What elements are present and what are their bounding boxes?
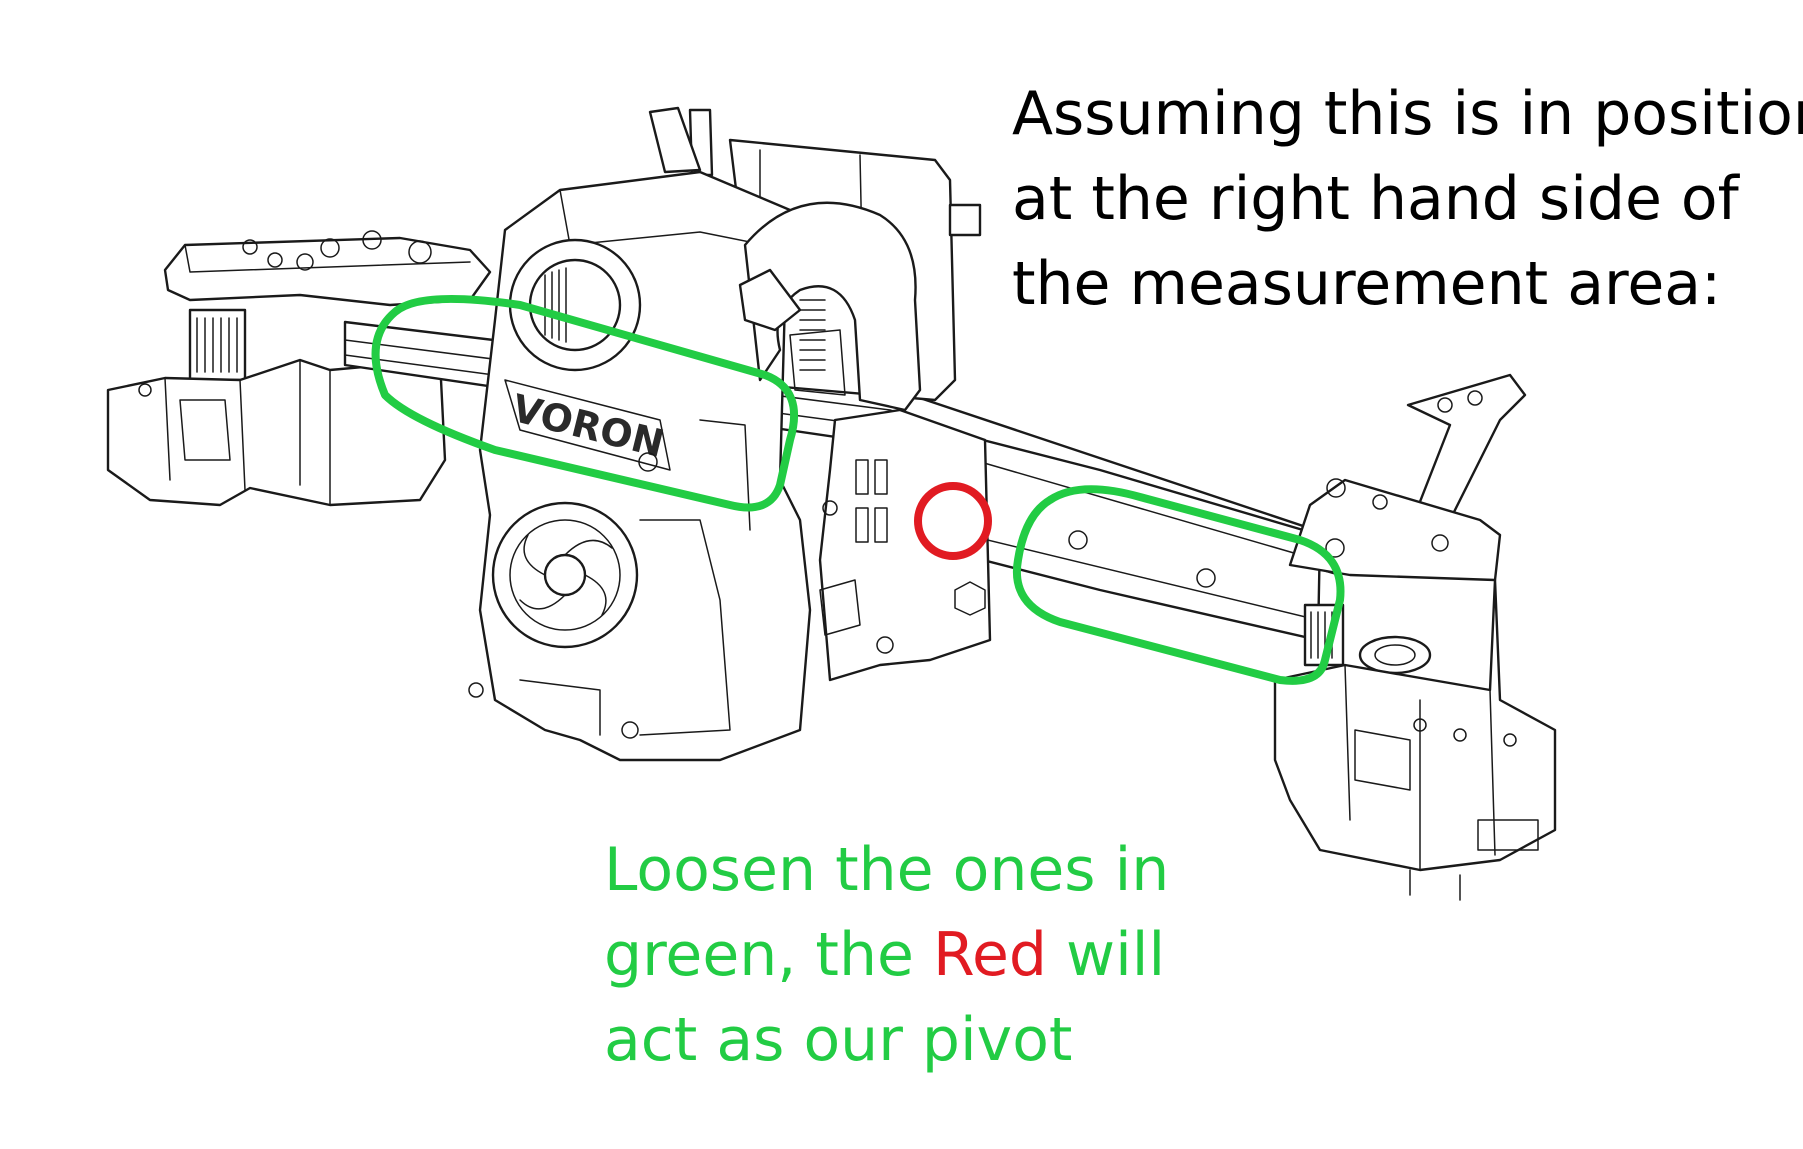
bottom-annotation: Loosen the ones in green, the Red will a… [604,828,1169,1083]
red-word: Red [932,920,1047,990]
bottom-annotation-line-1: Loosen the ones in [604,835,1170,905]
top-annotation-line-1: Assuming this is in position [1012,79,1803,149]
diagram-canvas: VORON Assuming this is in position at th… [0,0,1803,1149]
right-motor-assembly [1273,373,1557,901]
bottom-annotation-line-2-start: green, the [604,920,933,990]
carriage-plate [818,408,992,682]
top-annotation-line-3: the measurement area: [1012,249,1722,319]
top-annotation: Assuming this is in position at the righ… [1012,72,1803,327]
top-annotation-line-2: at the right hand side of [1012,164,1739,234]
bottom-annotation-line-3: act as our pivot [604,1005,1073,1075]
bottom-annotation-line-2-end: will [1046,920,1166,990]
bottom-annotation-line-2: green, the Red will [604,913,1169,998]
